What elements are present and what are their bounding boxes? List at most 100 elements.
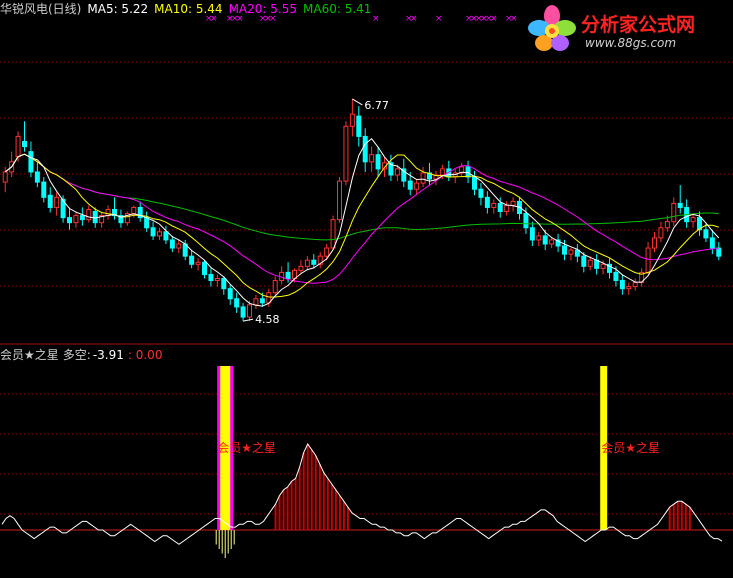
candle	[478, 183, 484, 206]
stock-title: 华锐风电(日线)	[0, 2, 82, 16]
candle-body	[15, 135, 21, 158]
candle	[619, 274, 625, 295]
candle	[47, 187, 53, 213]
ma60-label: MA60: 5.41	[303, 2, 372, 16]
candle-body	[587, 259, 593, 267]
candle-body	[28, 151, 34, 173]
candle	[594, 254, 600, 275]
candle-body	[330, 219, 336, 249]
candle-body	[311, 259, 317, 265]
candle-body	[523, 213, 529, 229]
candle	[54, 192, 60, 216]
candle-body	[549, 239, 555, 245]
candle	[420, 166, 426, 188]
candle-body	[362, 135, 368, 163]
main-chart-header: 华锐风电(日线) MA5: 5.22 MA10: 5.44 MA20: 5.55 MA6…	[0, 0, 377, 17]
candle-body	[568, 249, 574, 255]
candle	[645, 241, 651, 275]
signal-marker: ×	[510, 14, 518, 24]
candle-body	[79, 215, 85, 221]
candle-body	[343, 125, 349, 182]
candle-body	[22, 141, 27, 148]
candle	[67, 207, 72, 230]
candle-body	[478, 188, 484, 198]
candle-body	[169, 239, 175, 249]
candle	[227, 284, 233, 305]
candle	[607, 258, 612, 279]
candle-body	[92, 211, 98, 224]
candle-body	[709, 237, 715, 249]
candle-body	[105, 208, 111, 217]
low-price-label: 4.58	[255, 313, 279, 326]
candle	[452, 168, 458, 184]
candle	[304, 256, 310, 271]
site-watermark: 分析家公式网 www.88gs.com	[525, 4, 725, 54]
signal-marker: ×	[490, 14, 498, 24]
candle	[176, 239, 182, 254]
candle-body	[2, 171, 8, 183]
indicator-value: -3.91	[92, 348, 124, 362]
candle	[626, 282, 632, 295]
candle-body	[619, 280, 625, 290]
candle	[349, 98, 355, 137]
candle	[317, 252, 323, 269]
candle-body	[716, 247, 722, 257]
candle	[568, 248, 574, 261]
candle	[234, 292, 240, 313]
watermark-title: 分析家公式网	[581, 14, 696, 36]
candle	[343, 121, 349, 186]
candle	[150, 221, 156, 240]
indicator-bars	[274, 444, 691, 530]
candle-body	[337, 180, 342, 221]
candle	[529, 221, 535, 247]
candle-body	[41, 181, 47, 198]
signal-column: 会员★之星	[600, 366, 660, 530]
candle	[124, 211, 130, 226]
candle	[337, 177, 342, 223]
candle-body	[465, 166, 471, 178]
candle-body	[542, 235, 548, 245]
high-price-label: 6.77	[364, 99, 389, 112]
candle	[574, 243, 580, 263]
candle	[671, 197, 677, 226]
candle-body	[144, 217, 150, 229]
candle-body	[54, 196, 60, 208]
candle	[163, 225, 169, 244]
candle	[555, 233, 561, 253]
candle-body	[208, 273, 214, 282]
kline-chart-window: 6.77 4.58 × × × × × × × × × × × × × × × × × × × × 会员★之星 会员★之星 华…	[0, 0, 733, 578]
candle	[510, 197, 516, 212]
candle-body	[298, 265, 304, 271]
candle-body	[407, 180, 413, 190]
candle	[658, 221, 664, 242]
candle	[677, 185, 683, 214]
candle	[433, 170, 439, 186]
candle	[716, 241, 722, 261]
candle-body	[189, 255, 195, 265]
candle-body	[439, 168, 445, 176]
candle	[60, 195, 66, 223]
candle-body	[285, 271, 291, 279]
signal-marker: ×	[410, 14, 418, 24]
candle-body	[272, 280, 278, 294]
ma10-line	[4, 153, 719, 298]
candle-body	[510, 200, 516, 206]
chart-canvas[interactable]: 6.774.58×× ××× ××× × ×× × ×××××× ××会员★之星 会员★之星	[0, 0, 733, 578]
candle-body	[202, 261, 207, 275]
duokong-line	[1, 443, 723, 545]
candle-body	[626, 286, 632, 290]
candle-body	[562, 245, 567, 255]
candle-body	[632, 282, 638, 288]
candle-body	[234, 298, 240, 308]
watermark-url: www.88gs.com	[585, 36, 677, 50]
ma10-label: MA10: 5.44	[154, 2, 223, 16]
candle-body	[529, 227, 535, 241]
candle	[639, 268, 645, 287]
candle	[137, 201, 143, 222]
candle-body	[375, 154, 381, 170]
candle-body	[671, 202, 677, 223]
candle	[684, 199, 690, 228]
candle-body	[176, 243, 182, 249]
candle	[118, 209, 124, 228]
candle	[41, 177, 47, 203]
